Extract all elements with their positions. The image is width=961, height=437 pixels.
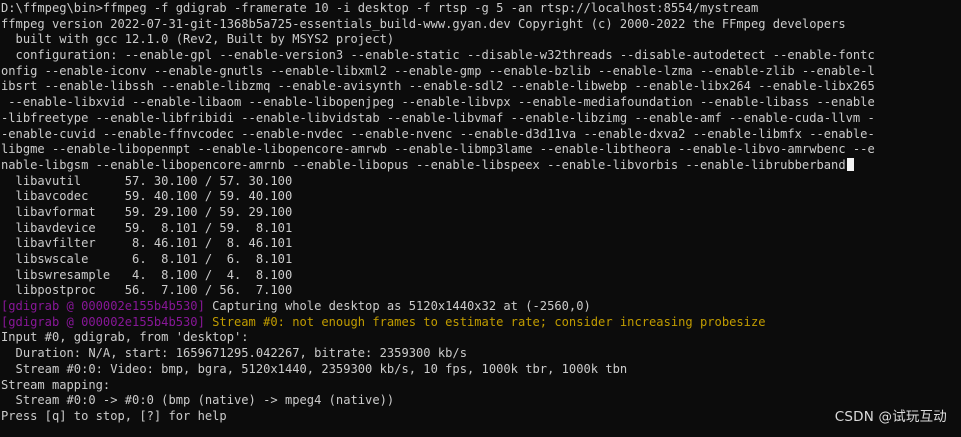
console-line: Stream #0:0 -> #0:0 (bmp (native) -> mpe… [1,393,961,409]
console-line: built with gcc 12.1.0 (Rev2, Built by MS… [1,32,961,48]
console-text: -enable-cuvid --enable-ffnvcodec --enabl… [1,126,875,141]
console-text: onfig --enable-iconv --enable-gnutls --e… [1,63,875,78]
console-text: libavdevice 59. 8.101 / 59. 8.101 [1,220,293,235]
console-line: --enable-libxvid --enable-libaom --enabl… [1,95,961,111]
console-line: Duration: N/A, start: 1659671295.042267,… [1,346,961,362]
console-text: libswscale 6. 8.101 / 6. 8.101 [1,252,293,266]
console-window[interactable]: D:\ffmpeg\bin>ffmpeg -f gdigrab -framera… [0,0,961,437]
console-line: -enable-cuvid --enable-ffnvcodec --enabl… [1,127,961,143]
console-line: nable-libgsm --enable-libopencore-amrnb … [1,157,961,174]
console-line: libgme --enable-libopenmpt --enable-libo… [1,142,961,158]
console-line: Input #0, gdigrab, from 'desktop': [1,330,961,346]
console-text: libpostproc 56. 7.100 / 56. 7.100 [1,283,293,298]
watermark-text: CSDN @试玩互动 [834,409,947,425]
console-text: libavcodec 59. 40.100 / 59. 40.100 [1,189,293,204]
console-line: -libfreetype --enable-libfribidi --enabl… [1,111,961,127]
console-line: D:\ffmpeg\bin>ffmpeg -f gdigrab -framera… [1,1,961,17]
console-line: libswscale 6. 8.101 / 6. 8.101 [1,252,961,268]
console-text: Stream mapping: [1,377,111,392]
console-text: built with gcc 12.1.0 (Rev2, Built by MS… [1,32,395,47]
console-line: libpostproc 56. 7.100 / 56. 7.100 [1,283,961,299]
console-line: ibsrt --enable-libssh --enable-libzmq --… [1,79,961,95]
console-text: configuration: --enable-gpl --enable-ver… [1,48,875,63]
console-line: libavutil 57. 30.100 / 57. 30.100 [1,174,961,190]
console-text: Stream #0:0: Video: bmp, bgra, 5120x1440… [1,361,628,376]
console-line: onfig --enable-iconv --enable-gnutls --e… [1,64,961,80]
console-line: [gdigrab @ 000002e155b4b530] Capturing w… [1,299,961,315]
console-line: Stream mapping: [1,378,961,394]
console-text: libavfilter 8. 46.101 / 8. 46.101 [1,236,293,251]
log-source-tag: [gdigrab @ 000002e155b4b530] [1,314,213,329]
console-text: nable-libgsm --enable-libopencore-amrnb … [1,157,846,172]
console-text: Press [q] to stop, [?] for help [1,408,227,423]
console-text: ibsrt --enable-libssh --enable-libzmq --… [1,79,875,94]
console-text: D:\ffmpeg\bin>ffmpeg -f gdigrab -framera… [1,1,759,15]
console-line: [gdigrab @ 000002e155b4b530] Stream #0: … [1,315,961,331]
console-text: Stream #0:0 -> #0:0 (bmp (native) -> mpe… [1,393,395,408]
console-text: ffmpeg version 2022-07-31-git-1368b5a725… [1,16,846,31]
text-cursor [846,157,854,171]
console-text: --enable-libxvid --enable-libaom --enabl… [1,95,875,110]
log-source-tag: [gdigrab @ 000002e155b4b530] [1,299,213,314]
console-text: Input #0, gdigrab, from 'desktop': [1,330,249,345]
console-text: libgme --enable-libopenmpt --enable-libo… [1,142,875,157]
console-line: configuration: --enable-gpl --enable-ver… [1,48,961,64]
console-text: Capturing whole desktop as 5120x1440x32 … [212,299,591,314]
console-line: libswresample 4. 8.100 / 4. 8.100 [1,268,961,284]
console-line: ffmpeg version 2022-07-31-git-1368b5a725… [1,17,961,33]
console-text: libswresample 4. 8.100 / 4. 8.100 [1,267,293,282]
console-line: libavdevice 59. 8.101 / 59. 8.101 [1,221,961,237]
console-output: D:\ffmpeg\bin>ffmpeg -f gdigrab -framera… [0,0,961,425]
console-line: libavformat 59. 29.100 / 59. 29.100 [1,205,961,221]
console-line: Stream #0:0: Video: bmp, bgra, 5120x1440… [1,362,961,378]
console-text: libavformat 59. 29.100 / 59. 29.100 [1,204,293,219]
warning-text: Stream #0: not enough frames to estimate… [212,314,766,329]
console-text: -libfreetype --enable-libfribidi --enabl… [1,110,875,125]
console-text: Duration: N/A, start: 1659671295.042267,… [1,346,467,361]
console-line: libavfilter 8. 46.101 / 8. 46.101 [1,236,961,252]
console-text: libavutil 57. 30.100 / 57. 30.100 [1,173,293,188]
console-line: libavcodec 59. 40.100 / 59. 40.100 [1,189,961,205]
console-line: Press [q] to stop, [?] for help [1,409,961,425]
